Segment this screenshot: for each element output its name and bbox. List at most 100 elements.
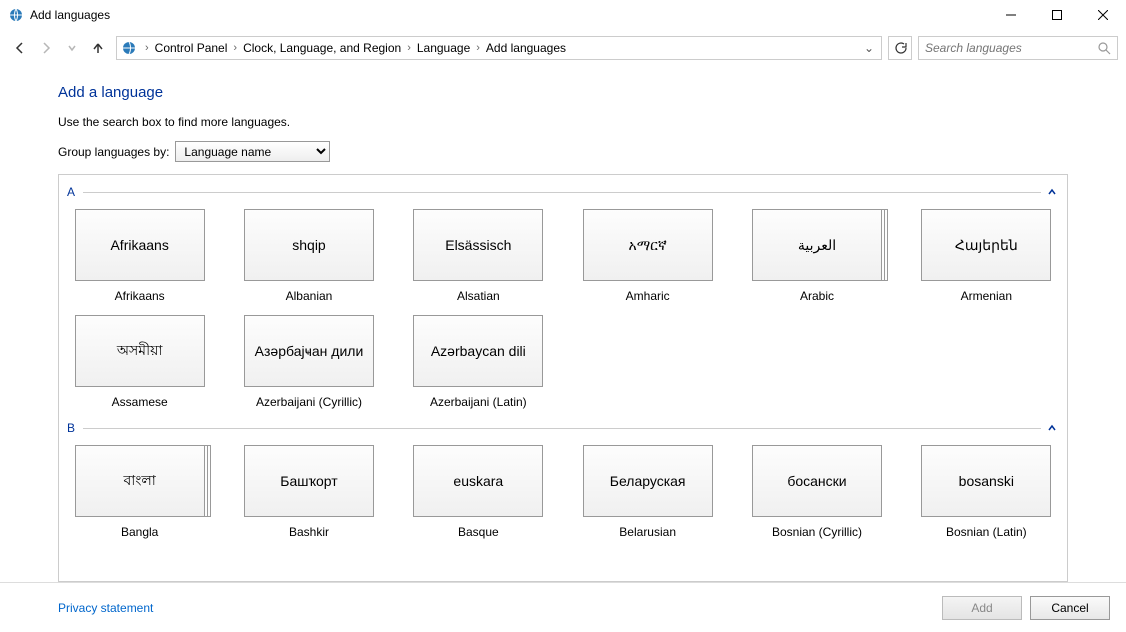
language-english-name: Assamese bbox=[112, 395, 168, 409]
group-header: A bbox=[67, 185, 1059, 199]
language-tile[interactable]: Азәрбајҹан дили bbox=[244, 315, 374, 387]
back-button[interactable] bbox=[8, 36, 32, 60]
language-english-name: Basque bbox=[458, 525, 499, 539]
collapse-icon[interactable] bbox=[1045, 185, 1059, 199]
chevron-right-icon: › bbox=[472, 42, 484, 54]
language-list-scroll[interactable]: A Afrikaans Afrikaans shqip Albanian Elsässis… bbox=[59, 175, 1067, 581]
language-native-name: Elsässisch bbox=[439, 237, 517, 253]
group-by-select[interactable]: Language name bbox=[175, 141, 330, 162]
language-tile-item: Башҡорт Bashkir bbox=[236, 445, 381, 539]
group-letter: A bbox=[67, 185, 75, 199]
up-button[interactable] bbox=[86, 36, 110, 60]
language-list: A Afrikaans Afrikaans shqip Albanian Elsässis… bbox=[58, 174, 1068, 582]
privacy-link[interactable]: Privacy statement bbox=[58, 601, 153, 615]
language-tile-item: Elsässisch Alsatian bbox=[406, 209, 551, 303]
language-tile[interactable]: Հայերեն bbox=[921, 209, 1051, 281]
address-bar[interactable]: › Control Panel › Clock, Language, and R… bbox=[116, 36, 882, 60]
address-dropdown-icon[interactable]: ⌄ bbox=[861, 41, 877, 55]
language-native-name: বাংলা bbox=[117, 469, 161, 493]
language-native-name: অসমীয়া bbox=[111, 339, 168, 363]
language-tile[interactable]: Afrikaans bbox=[75, 209, 205, 281]
group-by-row: Group languages by: Language name bbox=[58, 141, 1068, 162]
page-title: Add a language bbox=[58, 84, 1068, 101]
language-native-name: Беларуская bbox=[604, 473, 692, 489]
language-tile[interactable]: Elsässisch bbox=[413, 209, 543, 281]
group-divider bbox=[83, 192, 1041, 193]
language-tile-item: العربيةArabic bbox=[744, 209, 889, 303]
bottom-bar: Privacy statement Add Cancel bbox=[0, 582, 1126, 632]
language-tile-item: euskara Basque bbox=[406, 445, 551, 539]
search-input[interactable] bbox=[925, 41, 1097, 55]
language-native-name: Azərbaycan dili bbox=[425, 343, 532, 359]
language-english-name: Bashkir bbox=[289, 525, 329, 539]
language-native-name: Հայերեն bbox=[949, 237, 1024, 254]
close-button[interactable] bbox=[1080, 0, 1126, 30]
minimize-button[interactable] bbox=[988, 0, 1034, 30]
language-tile[interactable]: shqip bbox=[244, 209, 374, 281]
title-bar: Add languages bbox=[0, 0, 1126, 30]
language-english-name: Armenian bbox=[961, 289, 1012, 303]
language-native-name: Башҡорт bbox=[274, 473, 343, 489]
language-english-name: Azerbaijani (Cyrillic) bbox=[256, 395, 362, 409]
language-native-name: shqip bbox=[286, 237, 331, 253]
language-tile[interactable]: አማርኛ bbox=[583, 209, 713, 281]
search-icon bbox=[1097, 41, 1111, 55]
instruction-text: Use the search box to find more language… bbox=[58, 115, 1068, 129]
window-title: Add languages bbox=[30, 8, 110, 22]
chevron-right-icon: › bbox=[141, 42, 153, 54]
add-button[interactable]: Add bbox=[942, 596, 1022, 620]
language-english-name: Afrikaans bbox=[115, 289, 165, 303]
breadcrumb-item[interactable]: Language bbox=[415, 41, 472, 55]
language-tile-item: bosanskiBosnian (Latin) bbox=[914, 445, 1059, 539]
language-native-name: босански bbox=[781, 473, 852, 489]
language-tile[interactable]: العربية bbox=[752, 209, 882, 281]
app-icon bbox=[8, 7, 24, 23]
language-english-name: Albanian bbox=[286, 289, 333, 303]
language-tile[interactable]: босански bbox=[752, 445, 882, 517]
language-tile-item: Азәрбајҹан дили Azerbaijani (Cyrillic) bbox=[236, 315, 381, 409]
tile-grid: বাংলা Bangla Башҡорт Bashkir euskara Basque Бе… bbox=[67, 445, 1059, 539]
language-tile-item: অসমীয়া Assamese bbox=[67, 315, 212, 409]
recent-locations-button[interactable] bbox=[60, 36, 84, 60]
language-tile[interactable]: অসমীয়া bbox=[75, 315, 205, 387]
language-tile-item: አማርኛ Amharic bbox=[575, 209, 720, 303]
content-area: Add a language Use the search box to fin… bbox=[0, 66, 1126, 582]
language-english-name: Amharic bbox=[626, 289, 670, 303]
breadcrumb-item[interactable]: Clock, Language, and Region bbox=[241, 41, 403, 55]
language-tile-item: shqip Albanian bbox=[236, 209, 381, 303]
language-tile[interactable]: Беларуская bbox=[583, 445, 713, 517]
language-english-name: Azerbaijani (Latin) bbox=[430, 395, 527, 409]
language-english-name: Alsatian bbox=[457, 289, 500, 303]
language-native-name: አማርኛ bbox=[622, 237, 672, 254]
nav-bar: › Control Panel › Clock, Language, and R… bbox=[0, 30, 1126, 66]
breadcrumb-item[interactable]: Control Panel bbox=[153, 41, 230, 55]
language-native-name: Afrikaans bbox=[104, 237, 174, 253]
forward-button[interactable] bbox=[34, 36, 58, 60]
chevron-right-icon: › bbox=[403, 42, 415, 54]
collapse-icon[interactable] bbox=[1045, 421, 1059, 435]
tile-grid: Afrikaans Afrikaans shqip Albanian Elsässisc… bbox=[67, 209, 1059, 409]
language-tile-item: Հայերեն Armenian bbox=[914, 209, 1059, 303]
language-tile-item: Afrikaans Afrikaans bbox=[67, 209, 212, 303]
language-native-name: العربية bbox=[792, 237, 842, 254]
group-header: B bbox=[67, 421, 1059, 435]
refresh-button[interactable] bbox=[888, 36, 912, 60]
language-tile-item: БеларускаяBelarusian bbox=[575, 445, 720, 539]
search-box[interactable] bbox=[918, 36, 1118, 60]
group-divider bbox=[83, 428, 1041, 429]
language-tile-item: বাংলা Bangla bbox=[67, 445, 212, 539]
chevron-right-icon: › bbox=[229, 42, 241, 54]
language-english-name: Bosnian (Cyrillic) bbox=[772, 525, 862, 539]
language-tile[interactable]: euskara bbox=[413, 445, 543, 517]
language-tile[interactable]: Башҡорт bbox=[244, 445, 374, 517]
language-tile[interactable]: bosanski bbox=[921, 445, 1051, 517]
group-letter: B bbox=[67, 421, 75, 435]
language-english-name: Bangla bbox=[121, 525, 158, 539]
language-native-name: euskara bbox=[447, 473, 509, 489]
language-tile[interactable]: বাংলা bbox=[75, 445, 205, 517]
breadcrumb-item[interactable]: Add languages bbox=[484, 41, 568, 55]
maximize-button[interactable] bbox=[1034, 0, 1080, 30]
language-tile-item: босански Bosnian (Cyrillic) bbox=[744, 445, 889, 539]
language-tile[interactable]: Azərbaycan dili bbox=[413, 315, 543, 387]
cancel-button[interactable]: Cancel bbox=[1030, 596, 1110, 620]
